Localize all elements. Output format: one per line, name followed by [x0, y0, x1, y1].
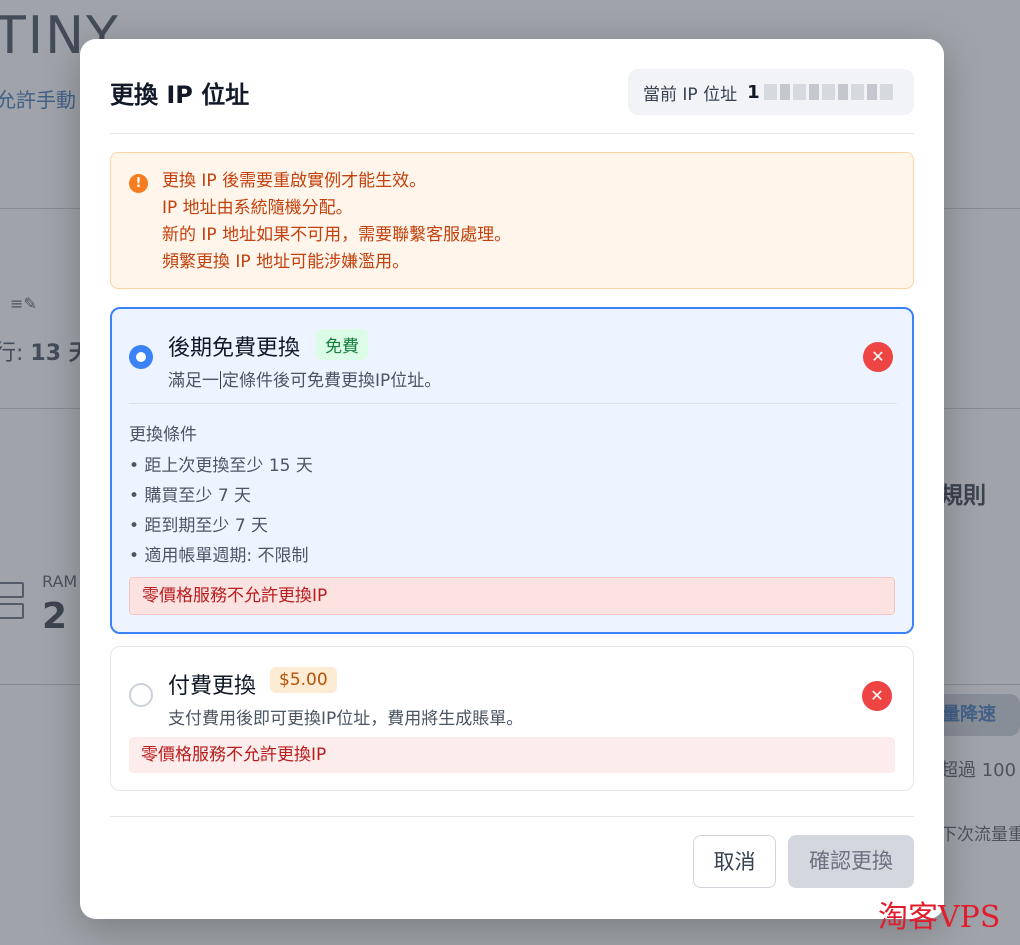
cancel-button[interactable]: 取消 — [693, 835, 776, 888]
condition-item: • 購買至少 7 天 — [129, 486, 252, 506]
warning-line: 更換 IP 後需要重啟實例才能生效。 — [162, 171, 427, 191]
error-message: 零價格服務不允許更換IP — [129, 737, 895, 773]
error-message: 零價格服務不允許更換IP — [129, 577, 895, 615]
warning-line: 頻繁更換 IP 地址可能涉嫌濫用。 — [162, 252, 410, 272]
ip-redaction — [763, 84, 893, 100]
radio-unselected[interactable] — [129, 683, 153, 707]
option-title: 付費更換 — [168, 674, 257, 699]
warning-line: IP 地址由系統隨機分配。 — [162, 198, 353, 218]
option-title: 後期免費更換 — [168, 336, 301, 361]
conditions-list: • 距上次更換至少 15 天 • 購買至少 7 天 • 距到期至少 7 天 • … — [129, 451, 313, 571]
text-cursor — [220, 371, 221, 389]
exclamation-icon: ! — [129, 174, 148, 193]
condition-item: • 適用帳單週期: 不限制 — [129, 546, 309, 566]
option-paid-change[interactable]: 付費更換 $5.00 支付費用後即可更換IP位址，費用將生成賬單。 ✕ 零價格服… — [110, 646, 914, 791]
divider — [129, 403, 897, 404]
current-ip-display: 當前 IP 位址 1 — [628, 69, 914, 115]
current-ip-value: 1 — [747, 81, 760, 103]
confirm-change-button[interactable]: 確認更換 — [788, 835, 914, 888]
condition-item: • 距到期至少 7 天 — [129, 516, 269, 536]
condition-item: • 距上次更換至少 15 天 — [129, 456, 313, 476]
price-badge: $5.00 — [270, 667, 337, 693]
close-icon[interactable]: ✕ — [863, 342, 893, 372]
option-description: 滿足一 定條件後可免費更換IP位址。 — [168, 371, 442, 391]
conditions-title: 更換條件 — [129, 425, 197, 445]
free-badge: 免費 — [316, 329, 368, 360]
option-description: 支付費用後即可更換IP位址，費用將生成賬單。 — [168, 709, 524, 729]
watermark: 淘客VPS — [878, 900, 1001, 935]
change-ip-modal: 更換 IP 位址 當前 IP 位址 1 ! 更換 IP 後需要重啟實例才能生效。… — [80, 39, 944, 919]
radio-selected[interactable] — [129, 345, 153, 369]
divider — [110, 816, 914, 817]
modal-title: 更換 IP 位址 — [110, 81, 250, 109]
divider — [110, 133, 914, 134]
warning-alert: ! 更換 IP 後需要重啟實例才能生效。 IP 地址由系統隨機分配。 新的 IP… — [110, 152, 914, 289]
warning-line: 新的 IP 地址如果不可用，需要聯繫客服處理。 — [162, 225, 512, 245]
close-icon[interactable]: ✕ — [862, 681, 892, 711]
current-ip-label: 當前 IP 位址 — [643, 84, 738, 105]
option-free-change[interactable]: 後期免費更換 免費 滿足一 定條件後可免費更換IP位址。 ✕ 更換條件 • 距上次… — [110, 307, 914, 634]
